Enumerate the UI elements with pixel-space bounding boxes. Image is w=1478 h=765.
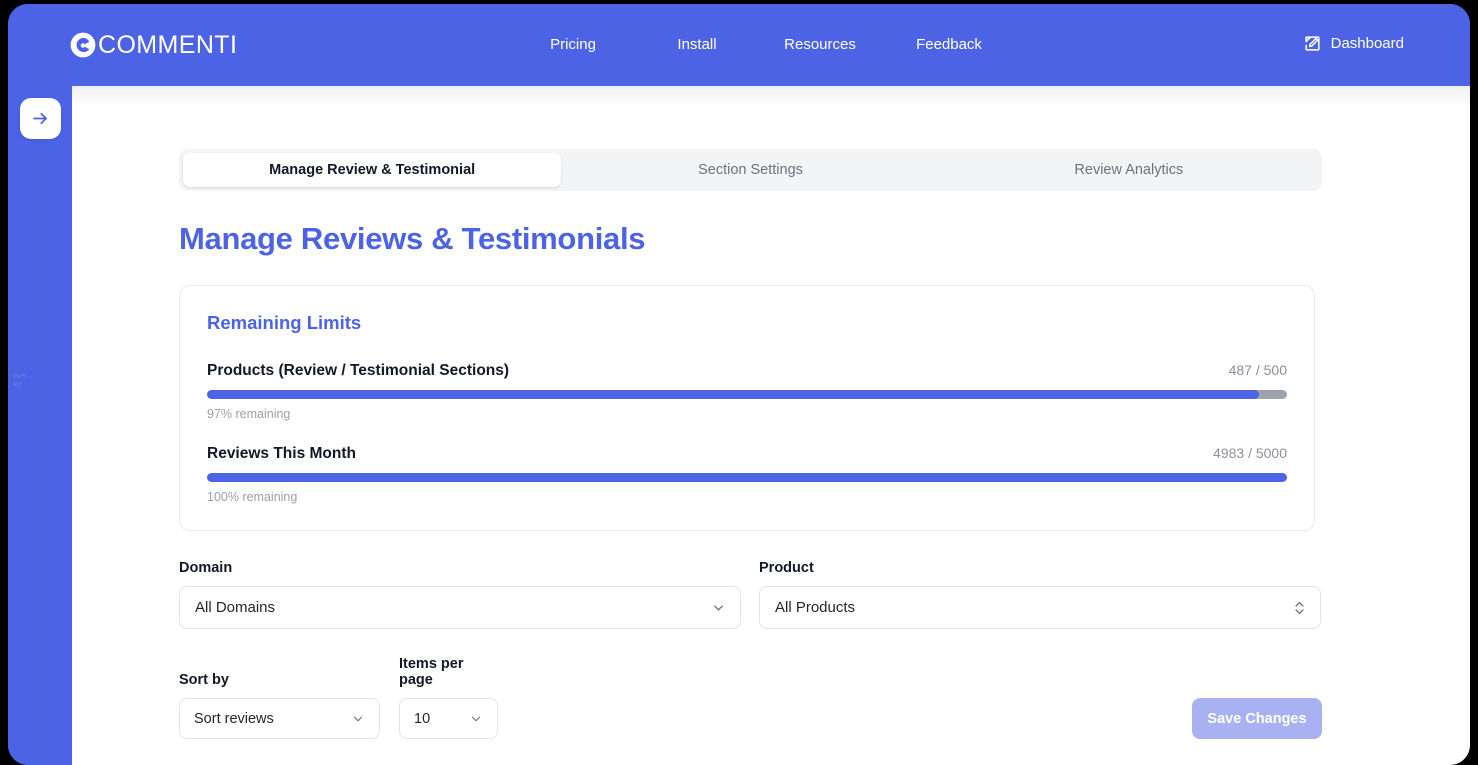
remaining-limits-title: Remaining Limits <box>207 312 362 333</box>
page-title: Manage Reviews & Testimonials <box>179 221 646 256</box>
limit-sub-products: 97% remaining <box>207 407 291 421</box>
tab-review-analytics[interactable]: Review Analytics <box>940 153 1318 187</box>
domain-field: Domain All Domains <box>179 560 741 629</box>
items-per-page-field: Items per page 10 <box>399 656 498 739</box>
app-root: COMMENTI Pricing Install Resources Feedb… <box>0 0 1478 765</box>
sort-by-select[interactable]: Sort reviews <box>179 698 380 739</box>
chevron-down-icon <box>471 716 481 721</box>
dashboard-label: Dashboard <box>1330 34 1404 52</box>
page-content: Manage Review & Testimonial Section Sett… <box>179 149 1322 765</box>
limit-label-reviews: Reviews This Month <box>207 445 356 462</box>
page-canvas: Manage Review & Testimonial Section Sett… <box>72 78 1470 765</box>
rail-expand-button[interactable] <box>20 98 61 139</box>
limit-count-products: 487 / 500 <box>1228 362 1287 378</box>
limit-row-products: Products (Review / Testimonial Sections)… <box>207 362 1287 421</box>
dashboard-link[interactable]: Dashboard <box>1303 28 1404 58</box>
nav-link-resources[interactable]: Resources <box>756 30 884 59</box>
nav-link-install[interactable]: Install <box>638 30 756 59</box>
limit-row-reviews: Reviews This Month 4983 / 5000 100% rema… <box>207 445 1287 504</box>
tab-section-settings[interactable]: Section Settings <box>561 153 939 187</box>
left-rail: overlay <box>8 78 72 765</box>
browser-window: COMMENTI Pricing Install Resources Feedb… <box>8 4 1470 765</box>
arrow-right-icon <box>33 112 47 125</box>
progress-fill-products <box>207 390 1259 399</box>
limit-head: Reviews This Month 4983 / 5000 <box>207 445 1287 463</box>
brand-name: COMMENTI <box>98 31 238 59</box>
chevron-up-down-icon <box>1295 601 1304 614</box>
sort-by-value: Sort reviews <box>194 710 274 727</box>
sort-by-field: Sort by Sort reviews <box>179 672 380 739</box>
items-per-page-value: 10 <box>414 710 431 727</box>
progress-track-products <box>207 390 1287 399</box>
product-select-value: All Products <box>775 599 856 616</box>
domain-select-value: All Domains <box>195 599 276 616</box>
sort-row: Sort by Sort reviews Items per page 10 S… <box>179 656 1322 739</box>
progress-fill-reviews <box>207 473 1287 482</box>
main-navigation: Pricing Install Resources Feedback <box>508 30 1014 59</box>
domain-select[interactable]: All Domains <box>179 586 741 629</box>
limit-head: Products (Review / Testimonial Sections)… <box>207 362 1287 380</box>
save-changes-button[interactable]: Save Changes <box>1192 698 1322 739</box>
progress-track-reviews <box>207 473 1287 482</box>
tab-manage-review-testimonial[interactable]: Manage Review & Testimonial <box>183 153 562 187</box>
limit-count-reviews: 4983 / 5000 <box>1213 445 1287 461</box>
brand-logo[interactable]: COMMENTI <box>70 28 237 62</box>
product-select[interactable]: All Products <box>759 586 1321 629</box>
domain-label: Domain <box>179 560 233 576</box>
chevron-down-icon <box>353 716 363 721</box>
nav-link-pricing[interactable]: Pricing <box>508 30 638 59</box>
commenti-c-logo-icon <box>70 32 96 58</box>
tab-strip: Manage Review & Testimonial Section Sett… <box>179 149 1322 191</box>
product-field: Product All Products <box>759 560 1321 629</box>
site-header: COMMENTI Pricing Install Resources Feedb… <box>8 4 1470 86</box>
sort-by-label: Sort by <box>179 672 229 688</box>
product-label: Product <box>759 560 814 576</box>
edit-square-icon <box>1305 35 1320 51</box>
items-per-page-select[interactable]: 10 <box>399 698 498 739</box>
remaining-limits-card: Remaining Limits Products (Review / Test… <box>179 285 1315 531</box>
nav-link-feedback[interactable]: Feedback <box>884 30 1014 59</box>
rail-ghost-text: overlay <box>13 373 27 388</box>
chevron-down-icon <box>714 605 723 610</box>
items-per-page-label: Items per page <box>399 656 464 688</box>
limit-label-products: Products (Review / Testimonial Sections) <box>207 362 510 379</box>
limit-sub-reviews: 100% remaining <box>207 490 298 504</box>
filter-row: Domain All Domains Product All Products <box>179 560 1322 629</box>
